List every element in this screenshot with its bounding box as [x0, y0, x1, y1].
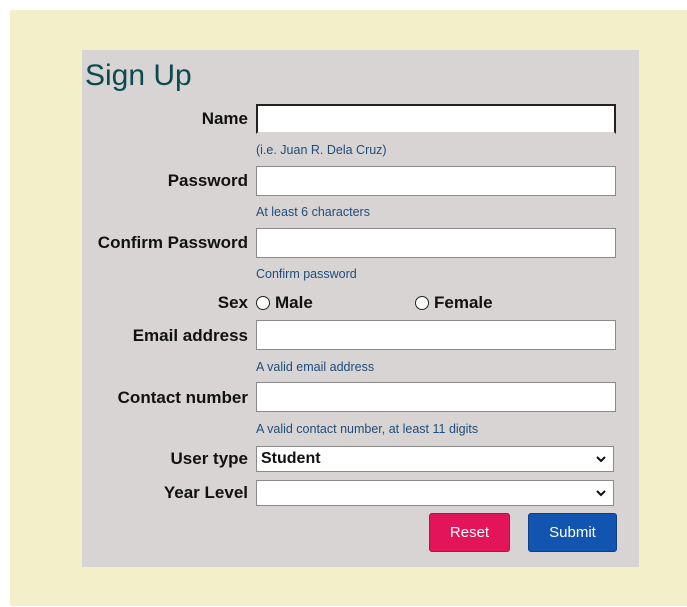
- chevron-down-icon: [596, 456, 606, 463]
- year-level-label: Year Level: [163, 483, 248, 502]
- radio-unchecked-icon[interactable]: [256, 296, 270, 310]
- reset-button[interactable]: Reset: [429, 513, 510, 552]
- confirm-password-input[interactable]: [256, 228, 616, 258]
- contact-hint: A valid contact number, at least 11 digi…: [256, 422, 479, 436]
- email-hint: A valid email address: [256, 360, 375, 374]
- contact-label: Contact number: [117, 388, 248, 407]
- password-hint: At least 6 characters: [256, 205, 370, 219]
- user-type-label: User type: [170, 449, 248, 468]
- sex-male-radio[interactable]: Male: [256, 293, 313, 313]
- email-label: Email address: [132, 326, 248, 345]
- password-input[interactable]: [256, 166, 616, 196]
- confirm-password-hint: Confirm password: [256, 267, 357, 281]
- user-type-select[interactable]: Student: [256, 446, 614, 472]
- password-label: Password: [167, 171, 248, 190]
- contact-input[interactable]: [256, 382, 616, 412]
- sex-female-radio[interactable]: Female: [415, 293, 493, 313]
- chevron-down-icon: [596, 490, 606, 497]
- submit-button[interactable]: Submit: [528, 513, 617, 552]
- year-level-select[interactable]: [256, 480, 614, 506]
- email-input[interactable]: [256, 320, 616, 350]
- name-hint: (i.e. Juan R. Dela Cruz): [256, 143, 387, 157]
- user-type-value: Student: [261, 450, 321, 467]
- sex-male-label: Male: [275, 293, 313, 312]
- sex-female-label: Female: [434, 293, 493, 312]
- radio-unchecked-icon[interactable]: [415, 296, 429, 310]
- sex-label: Sex: [217, 293, 248, 312]
- name-label: Name: [201, 109, 248, 128]
- page-background: Sign Up Name (i.e. Juan R. Dela Cruz) Pa…: [10, 10, 687, 606]
- form-title: Sign Up: [85, 59, 192, 92]
- confirm-password-label: Confirm Password: [97, 233, 248, 252]
- name-input[interactable]: [256, 104, 616, 134]
- signup-form: Sign Up Name (i.e. Juan R. Dela Cruz) Pa…: [82, 50, 639, 567]
